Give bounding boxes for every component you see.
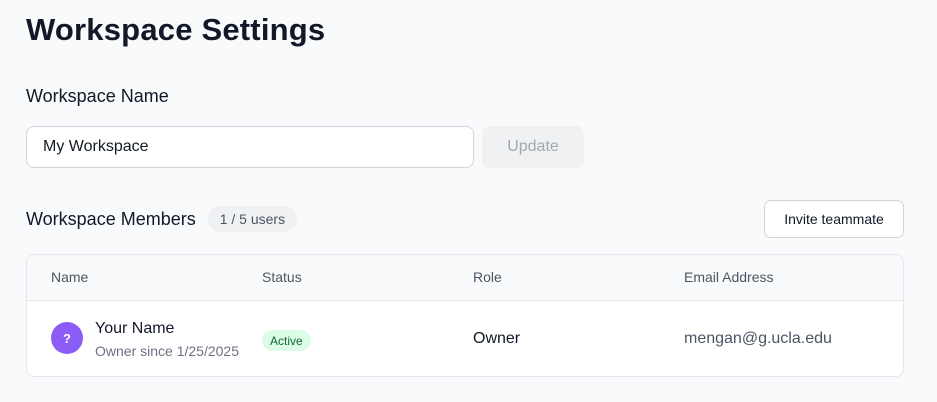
member-name: Your Name bbox=[95, 320, 175, 337]
email-cell: mengan@g.ucla.edu bbox=[684, 330, 832, 347]
column-header-status: Status bbox=[262, 269, 302, 285]
members-table: Name Status Role Email Address ? Your Na… bbox=[26, 254, 904, 377]
status-badge: Active bbox=[262, 330, 311, 351]
column-header-email: Email Address bbox=[684, 269, 774, 285]
workspace-name-input[interactable] bbox=[26, 126, 474, 168]
table-row: ? Your Name Owner since 1/25/2025 Active… bbox=[27, 301, 903, 376]
invite-teammate-button[interactable]: Invite teammate bbox=[764, 200, 904, 238]
members-header: Workspace Members 1 / 5 users Invite tea… bbox=[26, 200, 904, 238]
member-subtitle: Owner since 1/25/2025 bbox=[95, 343, 239, 359]
table-header: Name Status Role Email Address bbox=[27, 255, 903, 301]
column-header-role: Role bbox=[473, 269, 502, 285]
avatar: ? bbox=[51, 322, 83, 354]
workspace-settings-page: Workspace Settings Workspace Name Update… bbox=[0, 0, 937, 402]
page-title: Workspace Settings bbox=[26, 12, 326, 47]
members-title: Workspace Members bbox=[26, 208, 196, 229]
column-header-name: Name bbox=[51, 269, 89, 285]
user-count-badge: 1 / 5 users bbox=[207, 206, 298, 232]
update-button[interactable]: Update bbox=[482, 126, 584, 168]
role-cell: Owner bbox=[473, 330, 521, 347]
workspace-name-label: Workspace Name bbox=[26, 86, 169, 106]
